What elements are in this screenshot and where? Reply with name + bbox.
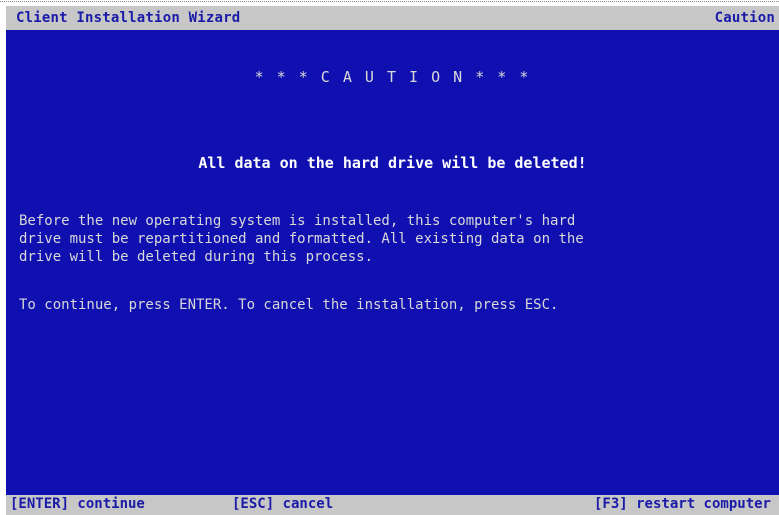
description-text: Before the new operating system is insta… <box>19 212 759 266</box>
f3-restart-key[interactable]: [F3] restart computer <box>594 496 771 512</box>
description-line: drive will be deleted during this proces… <box>19 249 374 265</box>
instruction-text: To continue, press ENTER. To cancel the … <box>19 297 559 313</box>
footer-bar: [ENTER] continue [ESC] cancel [F3] resta… <box>6 495 779 515</box>
warning-message: All data on the hard drive will be delet… <box>198 154 587 172</box>
description-line: Before the new operating system is insta… <box>19 213 576 229</box>
esc-cancel-key[interactable]: [ESC] cancel <box>232 496 333 512</box>
caution-heading: * * * C A U T I O N * * * <box>254 68 531 86</box>
installer-screen: Client Installation Wizard Caution * * *… <box>0 0 779 515</box>
enter-continue-key[interactable]: [ENTER] continue <box>10 496 145 512</box>
screen-label: Caution <box>714 10 775 26</box>
top-border <box>0 1 779 2</box>
main-panel: * * * C A U T I O N * * * All data on th… <box>6 30 779 495</box>
header-bar: Client Installation Wizard Caution <box>6 6 779 30</box>
description-line: drive must be repartitioned and formatte… <box>19 231 584 247</box>
wizard-title: Client Installation Wizard <box>16 10 241 26</box>
